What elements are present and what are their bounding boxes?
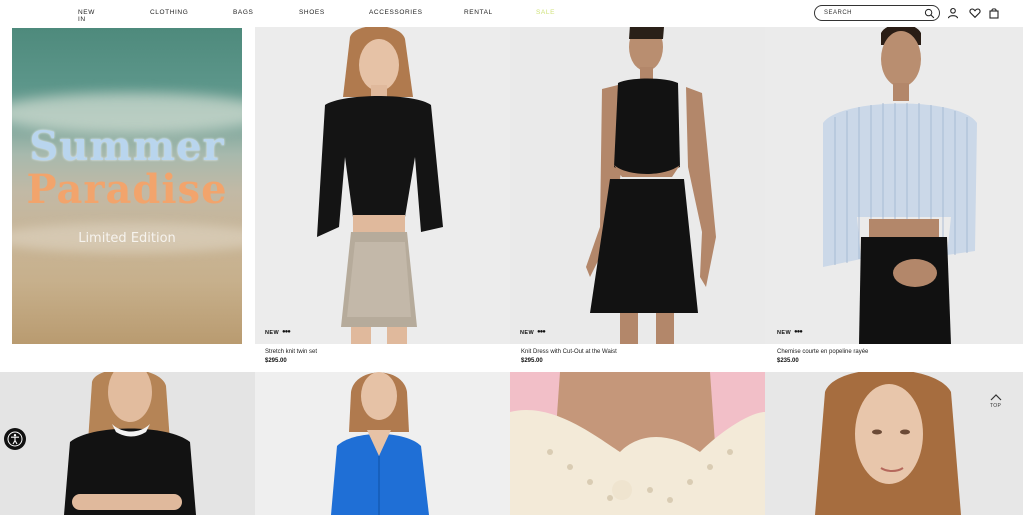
product-photo [255, 27, 510, 344]
product-image[interactable]: NEW ●●● [510, 27, 765, 344]
promo-title-line2: Paradise [26, 166, 228, 213]
product-price: $295.00 [265, 358, 287, 364]
promo-title-line1: Summer [29, 123, 225, 170]
accessibility-button[interactable] [4, 428, 26, 450]
product-photo [255, 372, 510, 515]
product-image[interactable]: NEW ●●● [255, 27, 510, 344]
nav-bags[interactable]: BAGS [233, 9, 253, 16]
back-to-top-label: TOP [990, 403, 1002, 409]
nav-new-in[interactable]: NEW IN [78, 9, 95, 23]
product-price: $235.00 [777, 358, 799, 364]
nav-accessories[interactable]: ACCESSORIES [369, 9, 423, 16]
product-price: $295.00 [521, 358, 543, 364]
product-name[interactable]: Knit Dress with Cut-Out at the Waist [521, 349, 617, 355]
product-photo [510, 27, 765, 344]
new-badge: NEW [265, 330, 280, 336]
nav-sale[interactable]: SALE [536, 9, 555, 16]
product-photo [765, 372, 1023, 515]
nav-rental[interactable]: RENTAL [464, 9, 493, 16]
search-icon[interactable] [924, 8, 935, 19]
new-badge: NEW [520, 330, 535, 336]
user-icon[interactable] [947, 7, 959, 19]
promo-subtitle: Limited Edition [78, 231, 176, 246]
product-name[interactable]: Chemise courte en popeline rayée [777, 349, 868, 355]
heart-icon[interactable] [969, 7, 981, 19]
product-photo [0, 372, 255, 515]
product-image[interactable]: NEW ●●● [765, 27, 1023, 344]
color-dots[interactable]: ●●● [282, 329, 291, 335]
new-badge: NEW [777, 330, 792, 336]
nav-shoes[interactable]: SHOES [299, 9, 325, 16]
product-image[interactable] [0, 372, 255, 515]
product-photo [765, 27, 1023, 344]
bag-icon[interactable] [988, 7, 1000, 19]
color-dots[interactable]: ●●● [794, 329, 803, 335]
nav-clothing[interactable]: CLOTHING [150, 9, 188, 16]
product-image[interactable] [255, 372, 510, 515]
accessibility-icon [7, 431, 23, 447]
promo-banner[interactable]: Summer Paradise Limited Edition [12, 28, 242, 344]
search-placeholder: SEARCH [824, 10, 853, 16]
chevron-up-icon [990, 394, 1002, 401]
search-input[interactable]: SEARCH [814, 5, 940, 21]
color-dots[interactable]: ●●● [537, 329, 546, 335]
site-header: NEW IN CLOTHING BAGS SHOES ACCESSORIES R… [0, 0, 1024, 27]
product-photo [510, 372, 765, 515]
product-image[interactable] [765, 372, 1023, 515]
product-name[interactable]: Stretch knit twin set [265, 349, 317, 355]
product-image[interactable] [510, 372, 765, 515]
